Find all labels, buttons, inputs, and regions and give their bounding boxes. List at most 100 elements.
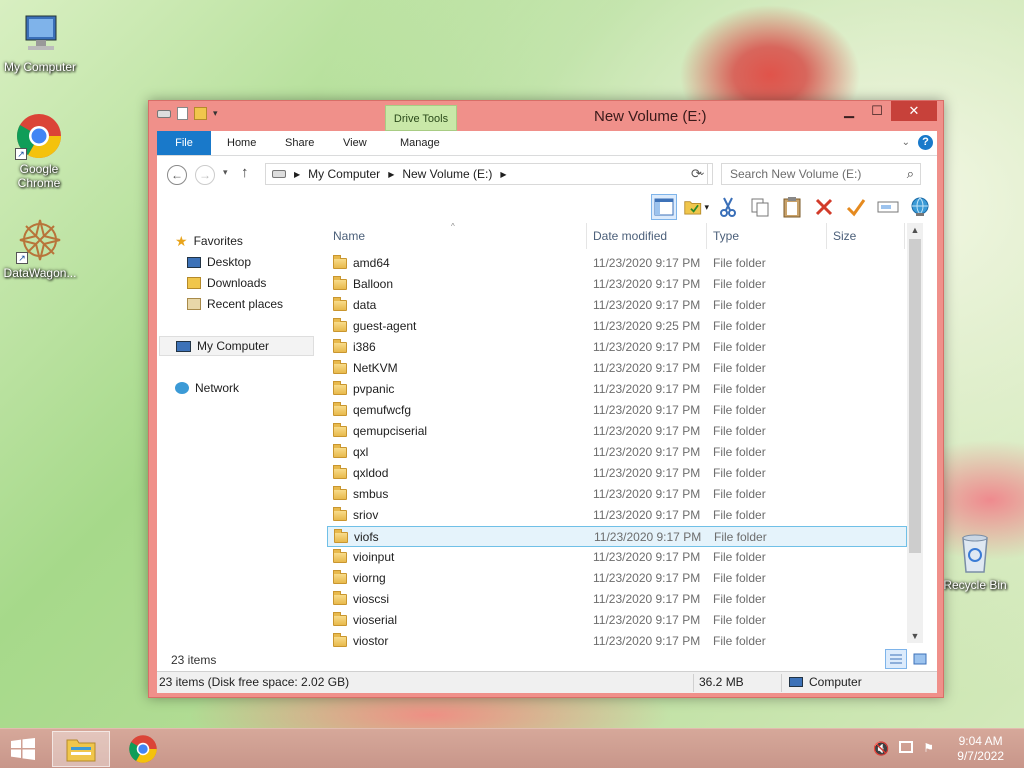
table-row[interactable]: NetKVM 11/23/2020 9:17 PM File folder	[327, 358, 907, 379]
maximize-button[interactable]: ☐	[863, 101, 891, 121]
up-button[interactable]: ↑	[241, 164, 249, 181]
forward-button[interactable]: →	[195, 165, 215, 185]
scroll-up-icon[interactable]: ▲	[907, 223, 923, 237]
table-row[interactable]: qemupciserial 11/23/2020 9:17 PM File fold…	[327, 421, 907, 442]
file-name-cell: NetKVM	[333, 358, 398, 379]
minimize-button[interactable]: ▁	[835, 101, 863, 121]
table-row[interactable]: pvpanic 11/23/2020 9:17 PM File folder	[327, 379, 907, 400]
computer-icon	[16, 10, 64, 58]
nav-item-recent-places[interactable]: Recent places	[187, 294, 283, 314]
recent-locations-icon[interactable]: ▾	[223, 167, 228, 178]
folder-icon	[333, 381, 347, 395]
layout-pane-button[interactable]	[651, 194, 677, 220]
table-row[interactable]: amd64 11/23/2020 9:17 PM File folder	[327, 253, 907, 274]
window-controls: ▁ ☐ ✕	[835, 101, 937, 121]
table-row[interactable]: qxldod 11/23/2020 9:17 PM File folder	[327, 463, 907, 484]
status-location: Computer	[789, 675, 862, 689]
rename-icon	[877, 201, 899, 213]
properties-icon[interactable]	[177, 107, 188, 120]
network-drive-button[interactable]	[907, 194, 933, 220]
file-name: data	[353, 298, 377, 312]
vertical-scrollbar[interactable]: ▲ ▼	[907, 223, 923, 643]
status-separator	[693, 674, 694, 692]
scroll-down-icon[interactable]: ▼	[907, 629, 923, 643]
search-input[interactable]: Search New Volume (E:) ⌕	[721, 163, 921, 185]
tab-home[interactable]: Home	[217, 131, 266, 155]
help-icon[interactable]: ?	[918, 135, 933, 150]
nav-item-downloads[interactable]: Downloads	[187, 273, 266, 293]
new-folder-icon[interactable]	[194, 107, 207, 120]
table-row[interactable]: i386 11/23/2020 9:17 PM File folder	[327, 337, 907, 358]
title-bar[interactable]: ▾ Drive Tools New Volume (E:) ▁ ☐ ✕	[149, 101, 943, 131]
cut-button[interactable]	[715, 194, 741, 220]
folder-options-button[interactable]: ▾	[683, 194, 709, 220]
table-row[interactable]: data 11/23/2020 9:17 PM File folder	[327, 295, 907, 316]
file-date: 11/23/2020 9:17 PM	[593, 634, 701, 648]
table-row[interactable]: Balloon 11/23/2020 9:17 PM File folder	[327, 274, 907, 295]
back-button[interactable]: ←	[167, 165, 187, 185]
file-type: File folder	[713, 466, 766, 480]
paste-button[interactable]	[779, 194, 805, 220]
column-header-type[interactable]: Type	[707, 223, 827, 249]
nav-item-network[interactable]: Network	[175, 378, 239, 398]
breadcrumb-my-computer[interactable]: My Computer	[308, 167, 380, 181]
file-name-cell: vioserial	[333, 610, 397, 631]
large-icons-view-button[interactable]	[909, 649, 931, 669]
rename-button[interactable]	[875, 194, 901, 220]
scrollbar-thumb[interactable]	[909, 239, 921, 553]
table-row[interactable]: smbus 11/23/2020 9:17 PM File folder	[327, 484, 907, 505]
file-name-cell: vioinput	[333, 547, 394, 568]
delete-button[interactable]	[811, 194, 837, 220]
start-button[interactable]	[10, 738, 36, 760]
nav-item-favorites[interactable]: ★ Favorites	[175, 231, 243, 251]
folder-icon	[333, 402, 347, 416]
details-view-button[interactable]	[885, 649, 907, 669]
desktop-icon-google-chrome[interactable]: ↗ Google Chrome	[0, 112, 78, 190]
table-row[interactable]: vioinput 11/23/2020 9:17 PM File folder	[327, 547, 907, 568]
column-header-date-modified[interactable]: Date modified	[587, 223, 707, 249]
table-row[interactable]: sriov 11/23/2020 9:17 PM File folder	[327, 505, 907, 526]
window-title: New Volume (E:)	[594, 108, 707, 125]
chevron-down-icon[interactable]: ▾	[213, 108, 218, 119]
address-input[interactable]: ▶ My Computer ▶ New Volume (E:) ▶ ⌄	[265, 163, 713, 185]
network-status-icon[interactable]	[899, 741, 914, 753]
table-row[interactable]: viorng 11/23/2020 9:17 PM File folder	[327, 568, 907, 589]
table-row[interactable]: qxl 11/23/2020 9:17 PM File folder	[327, 442, 907, 463]
action-center-icon[interactable]: ⚑	[923, 741, 934, 757]
tab-view[interactable]: View	[333, 131, 377, 155]
column-header-name[interactable]: Name ^	[327, 222, 587, 249]
folder-icon	[333, 612, 347, 626]
clock[interactable]: 9:04 AM 9/7/2022	[957, 734, 1004, 764]
volume-muted-icon[interactable]: 🔇	[873, 741, 889, 757]
table-row[interactable]: vioserial 11/23/2020 9:17 PM File folder	[327, 610, 907, 631]
column-header-size[interactable]: Size	[827, 223, 905, 249]
breadcrumb-new-volume[interactable]: New Volume (E:)	[402, 167, 492, 181]
table-row[interactable]: viofs 11/23/2020 9:17 PM File folder	[327, 526, 907, 547]
properties-button[interactable]	[843, 194, 869, 220]
tab-file[interactable]: File	[157, 131, 211, 155]
downloads-icon	[187, 277, 201, 289]
taskbar-file-explorer[interactable]	[52, 731, 110, 767]
breadcrumb: ▶ My Computer ▶ New Volume (E:) ▶	[294, 167, 507, 181]
file-date: 11/23/2020 9:17 PM	[593, 298, 701, 312]
folder-icon	[333, 255, 347, 269]
table-row[interactable]: qemufwcfg 11/23/2020 9:17 PM File folder	[327, 400, 907, 421]
table-row[interactable]: guest-agent 11/23/2020 9:25 PM File folder	[327, 316, 907, 337]
nav-item-desktop[interactable]: Desktop	[187, 252, 251, 272]
taskbar-chrome[interactable]	[114, 731, 172, 767]
table-row[interactable]: viostor 11/23/2020 9:17 PM File folder	[327, 631, 907, 652]
search-placeholder: Search New Volume (E:)	[730, 167, 862, 181]
refresh-button[interactable]: ⟳	[686, 163, 708, 185]
tab-manage[interactable]: Manage	[390, 131, 450, 155]
close-button[interactable]: ✕	[891, 101, 937, 121]
desktop-icon-recycle-bin[interactable]: Recycle Bin	[935, 528, 1015, 592]
copy-button[interactable]	[747, 194, 773, 220]
status-separator	[781, 674, 782, 692]
expand-ribbon-icon[interactable]: ⌄	[902, 137, 910, 148]
desktop-icon-my-computer[interactable]: My Computer	[0, 10, 80, 74]
globe-icon	[911, 197, 929, 216]
table-row[interactable]: vioscsi 11/23/2020 9:17 PM File folder	[327, 589, 907, 610]
desktop-icon-datawagon[interactable]: ↗ DataWagon...	[0, 216, 80, 280]
tab-share[interactable]: Share	[275, 131, 324, 155]
nav-item-my-computer[interactable]: My Computer	[159, 336, 314, 356]
